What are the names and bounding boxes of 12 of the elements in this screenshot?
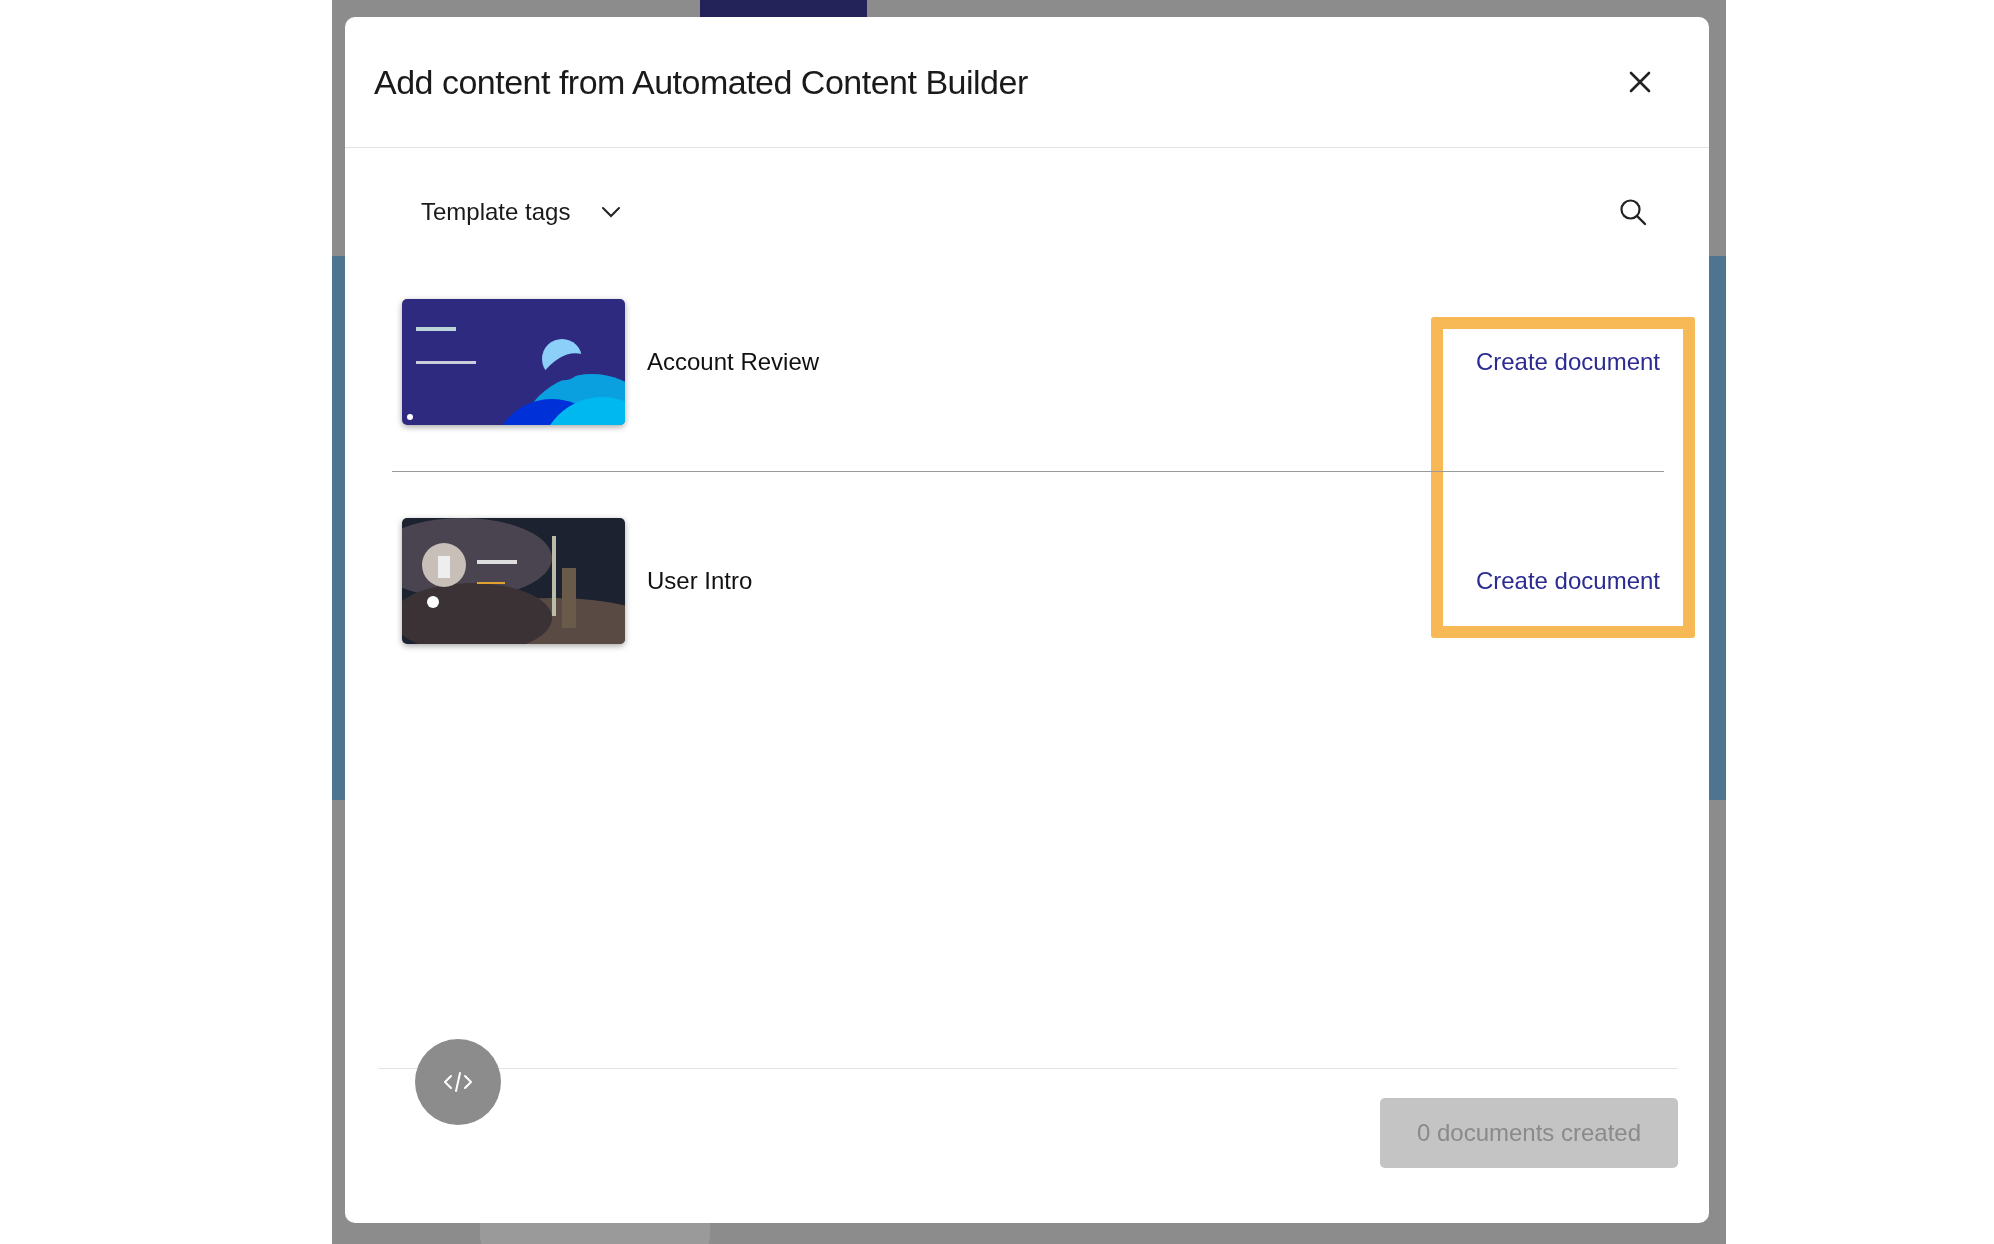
close-icon	[1629, 71, 1651, 93]
search-icon	[1619, 198, 1647, 226]
template-name: Account Review	[647, 348, 821, 376]
dialog-title: Add content from Automated Content Builder	[374, 62, 1028, 102]
chevron-icon	[600, 204, 623, 220]
close-button[interactable]	[1629, 71, 1651, 93]
template-tags-dropdown[interactable]: Template tags	[421, 198, 623, 226]
search-button[interactable]	[1619, 198, 1647, 226]
code-icon	[443, 1071, 473, 1093]
create-document-link[interactable]: Create document	[1475, 348, 1660, 376]
template-name: User Intro	[647, 567, 754, 595]
create-document-link[interactable]: Create document	[1475, 567, 1660, 595]
